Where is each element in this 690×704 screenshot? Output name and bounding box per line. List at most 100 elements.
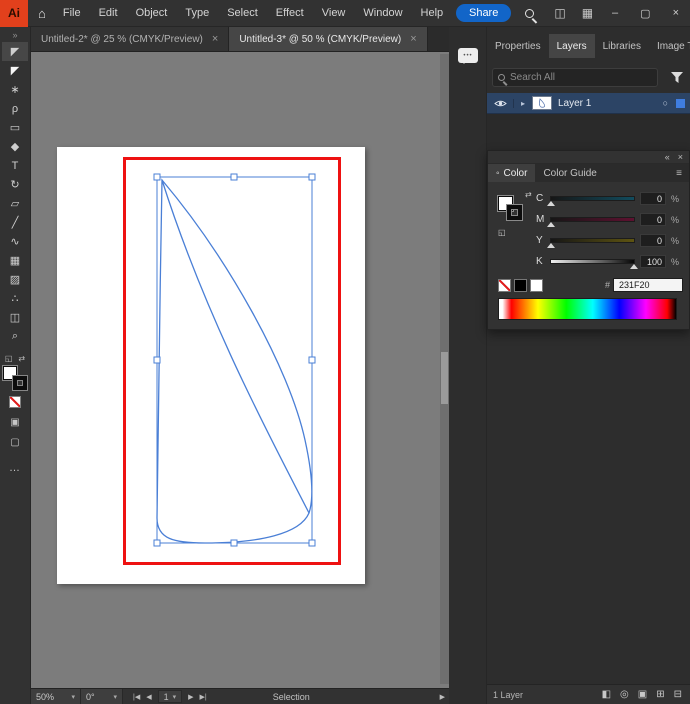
menu-select[interactable]: Select [218,7,267,19]
magic-wand-tool[interactable]: ∗ [2,80,28,99]
search-icon[interactable] [525,8,535,18]
last-artboard-button[interactable]: ▶| [200,693,207,701]
close-tab-icon[interactable]: × [410,33,416,45]
m-slider-track[interactable] [547,217,635,227]
previous-artboard-button[interactable]: ◀ [146,693,151,701]
home-icon[interactable]: ⌂ [38,6,46,21]
white-swatch[interactable] [530,278,543,292]
k-value-field[interactable]: 100 [640,255,666,268]
artboard-number-select[interactable]: 1 ▾ [157,690,183,703]
blend-tool[interactable]: ∴ [2,289,28,308]
shaper-tool[interactable]: ∿ [2,232,28,251]
c-value-field[interactable]: 0 [640,192,666,205]
hex-value-field[interactable]: 231F20 [613,278,683,292]
drawing-modes-icon[interactable]: ▣ [10,417,19,428]
slider-thumb[interactable] [630,264,638,269]
default-colors-icon[interactable]: ◱ [5,354,13,363]
layer-name[interactable]: Layer 1 [558,98,663,109]
panel-tab-properties[interactable]: Properties [487,34,549,58]
shape-builder-tool[interactable]: ◫ [2,308,28,327]
stroke-swatch[interactable] [507,205,522,220]
rotate-tool[interactable]: ↻ [2,175,28,194]
workspace-icon-a[interactable]: ◫ [546,6,573,20]
scale-tool[interactable]: ▱ [2,194,28,213]
menu-file[interactable]: File [54,7,90,19]
expand-layer-icon[interactable]: ▸ [514,99,532,108]
panel-tab-layers[interactable]: Layers [548,34,595,58]
swap-colors-icon[interactable]: ⇄ [18,354,25,363]
make-clipping-mask-icon[interactable]: ◧ [602,689,611,700]
target-icon[interactable]: ○ [663,98,668,108]
scrollbar-thumb[interactable] [441,352,448,404]
tab-color[interactable]: ◦ Color [488,164,536,182]
search-box[interactable] [492,68,658,87]
lasso-tool[interactable]: ρ [2,99,28,118]
mesh-tool[interactable]: ▦ [2,251,28,270]
menu-window[interactable]: Window [354,7,411,19]
collapse-panel-icon[interactable]: « [665,152,670,162]
swap-colors-icon[interactable]: ⇄ [525,190,532,199]
share-button[interactable]: Share [455,4,512,22]
slider-thumb[interactable] [547,243,555,248]
layer-thumbnail[interactable] [532,96,552,110]
menu-view[interactable]: View [313,7,355,19]
first-artboard-button[interactable]: |◀ [133,693,140,701]
selection-handles[interactable] [153,173,316,547]
layer-row[interactable]: ▸ Layer 1 ○ [487,93,690,114]
comments-icon[interactable]: ••• [458,48,478,64]
close-button[interactable]: × [662,0,690,27]
m-value-field[interactable]: 0 [640,213,666,226]
search-input[interactable] [510,72,652,83]
workspace-icon-b[interactable]: ▦ [574,6,601,20]
locate-object-icon[interactable]: ◎ [620,689,629,700]
zoom-level-select[interactable]: 50% ▾ [31,688,81,704]
direct-selection-tool[interactable]: ◤ [2,61,28,80]
default-colors-icon[interactable]: ◱ [498,228,506,237]
c-slider-track[interactable] [547,196,635,206]
edit-toolbar-button[interactable]: … [9,462,21,474]
canvas[interactable] [31,52,449,688]
maximize-button[interactable]: ▢ [629,0,661,27]
black-swatch[interactable] [514,278,527,292]
next-artboard-button[interactable]: ▶ [188,693,193,701]
status-bar-expand-icon[interactable]: ▶ [440,693,445,701]
k-slider-track[interactable] [550,259,638,269]
visibility-cell[interactable] [487,98,514,108]
y-slider-track[interactable] [547,238,635,248]
new-sublayer-icon[interactable]: ▣ [638,689,647,700]
slider-thumb[interactable] [547,222,555,227]
pen-tool[interactable]: ◆ [2,137,28,156]
zoom-tool[interactable]: ⌕ [2,327,28,346]
type-tool[interactable]: T [2,156,28,175]
new-layer-icon[interactable]: ⊞ [656,689,664,700]
selection-tool[interactable]: ◤ [2,42,28,61]
document-tab-untitled-3[interactable]: Untitled-3* @ 50 % (CMYK/Preview) × [229,27,428,51]
menu-help[interactable]: Help [412,7,453,19]
none-color-button[interactable] [9,396,21,408]
panel-menu-icon[interactable]: ≡ [676,168,689,179]
rotation-select[interactable]: 0° ▾ [81,688,123,704]
rectangle-tool[interactable]: ▭ [2,118,28,137]
slider-thumb[interactable] [547,201,555,206]
selection-color-indicator[interactable] [676,98,685,108]
panel-tab-image-tra[interactable]: Image Tra [649,34,690,58]
tab-color-guide[interactable]: Color Guide [535,164,604,182]
minimize-button[interactable]: – [601,0,629,27]
none-swatch[interactable] [498,278,511,292]
delete-icon[interactable]: ⊟ [674,689,682,700]
toolbar-overflow-icon[interactable]: » [12,30,17,40]
close-tab-icon[interactable]: × [212,33,218,45]
panel-tab-libraries[interactable]: Libraries [595,34,649,58]
screen-mode-icon[interactable]: ▢ [10,437,19,448]
vertical-scrollbar[interactable] [440,54,449,684]
stroke-swatch[interactable] [13,376,27,390]
menu-object[interactable]: Object [127,7,177,19]
color-spectrum-bar[interactable] [498,298,677,320]
filter-icon[interactable] [671,72,683,83]
close-panel-icon[interactable]: × [678,152,683,162]
y-value-field[interactable]: 0 [640,234,666,247]
menu-type[interactable]: Type [176,7,218,19]
document-tab-untitled-2[interactable]: Untitled-2* @ 25 % (CMYK/Preview) × [31,27,230,51]
teardrop-chord-path[interactable] [161,179,310,514]
menu-effect[interactable]: Effect [267,7,313,19]
